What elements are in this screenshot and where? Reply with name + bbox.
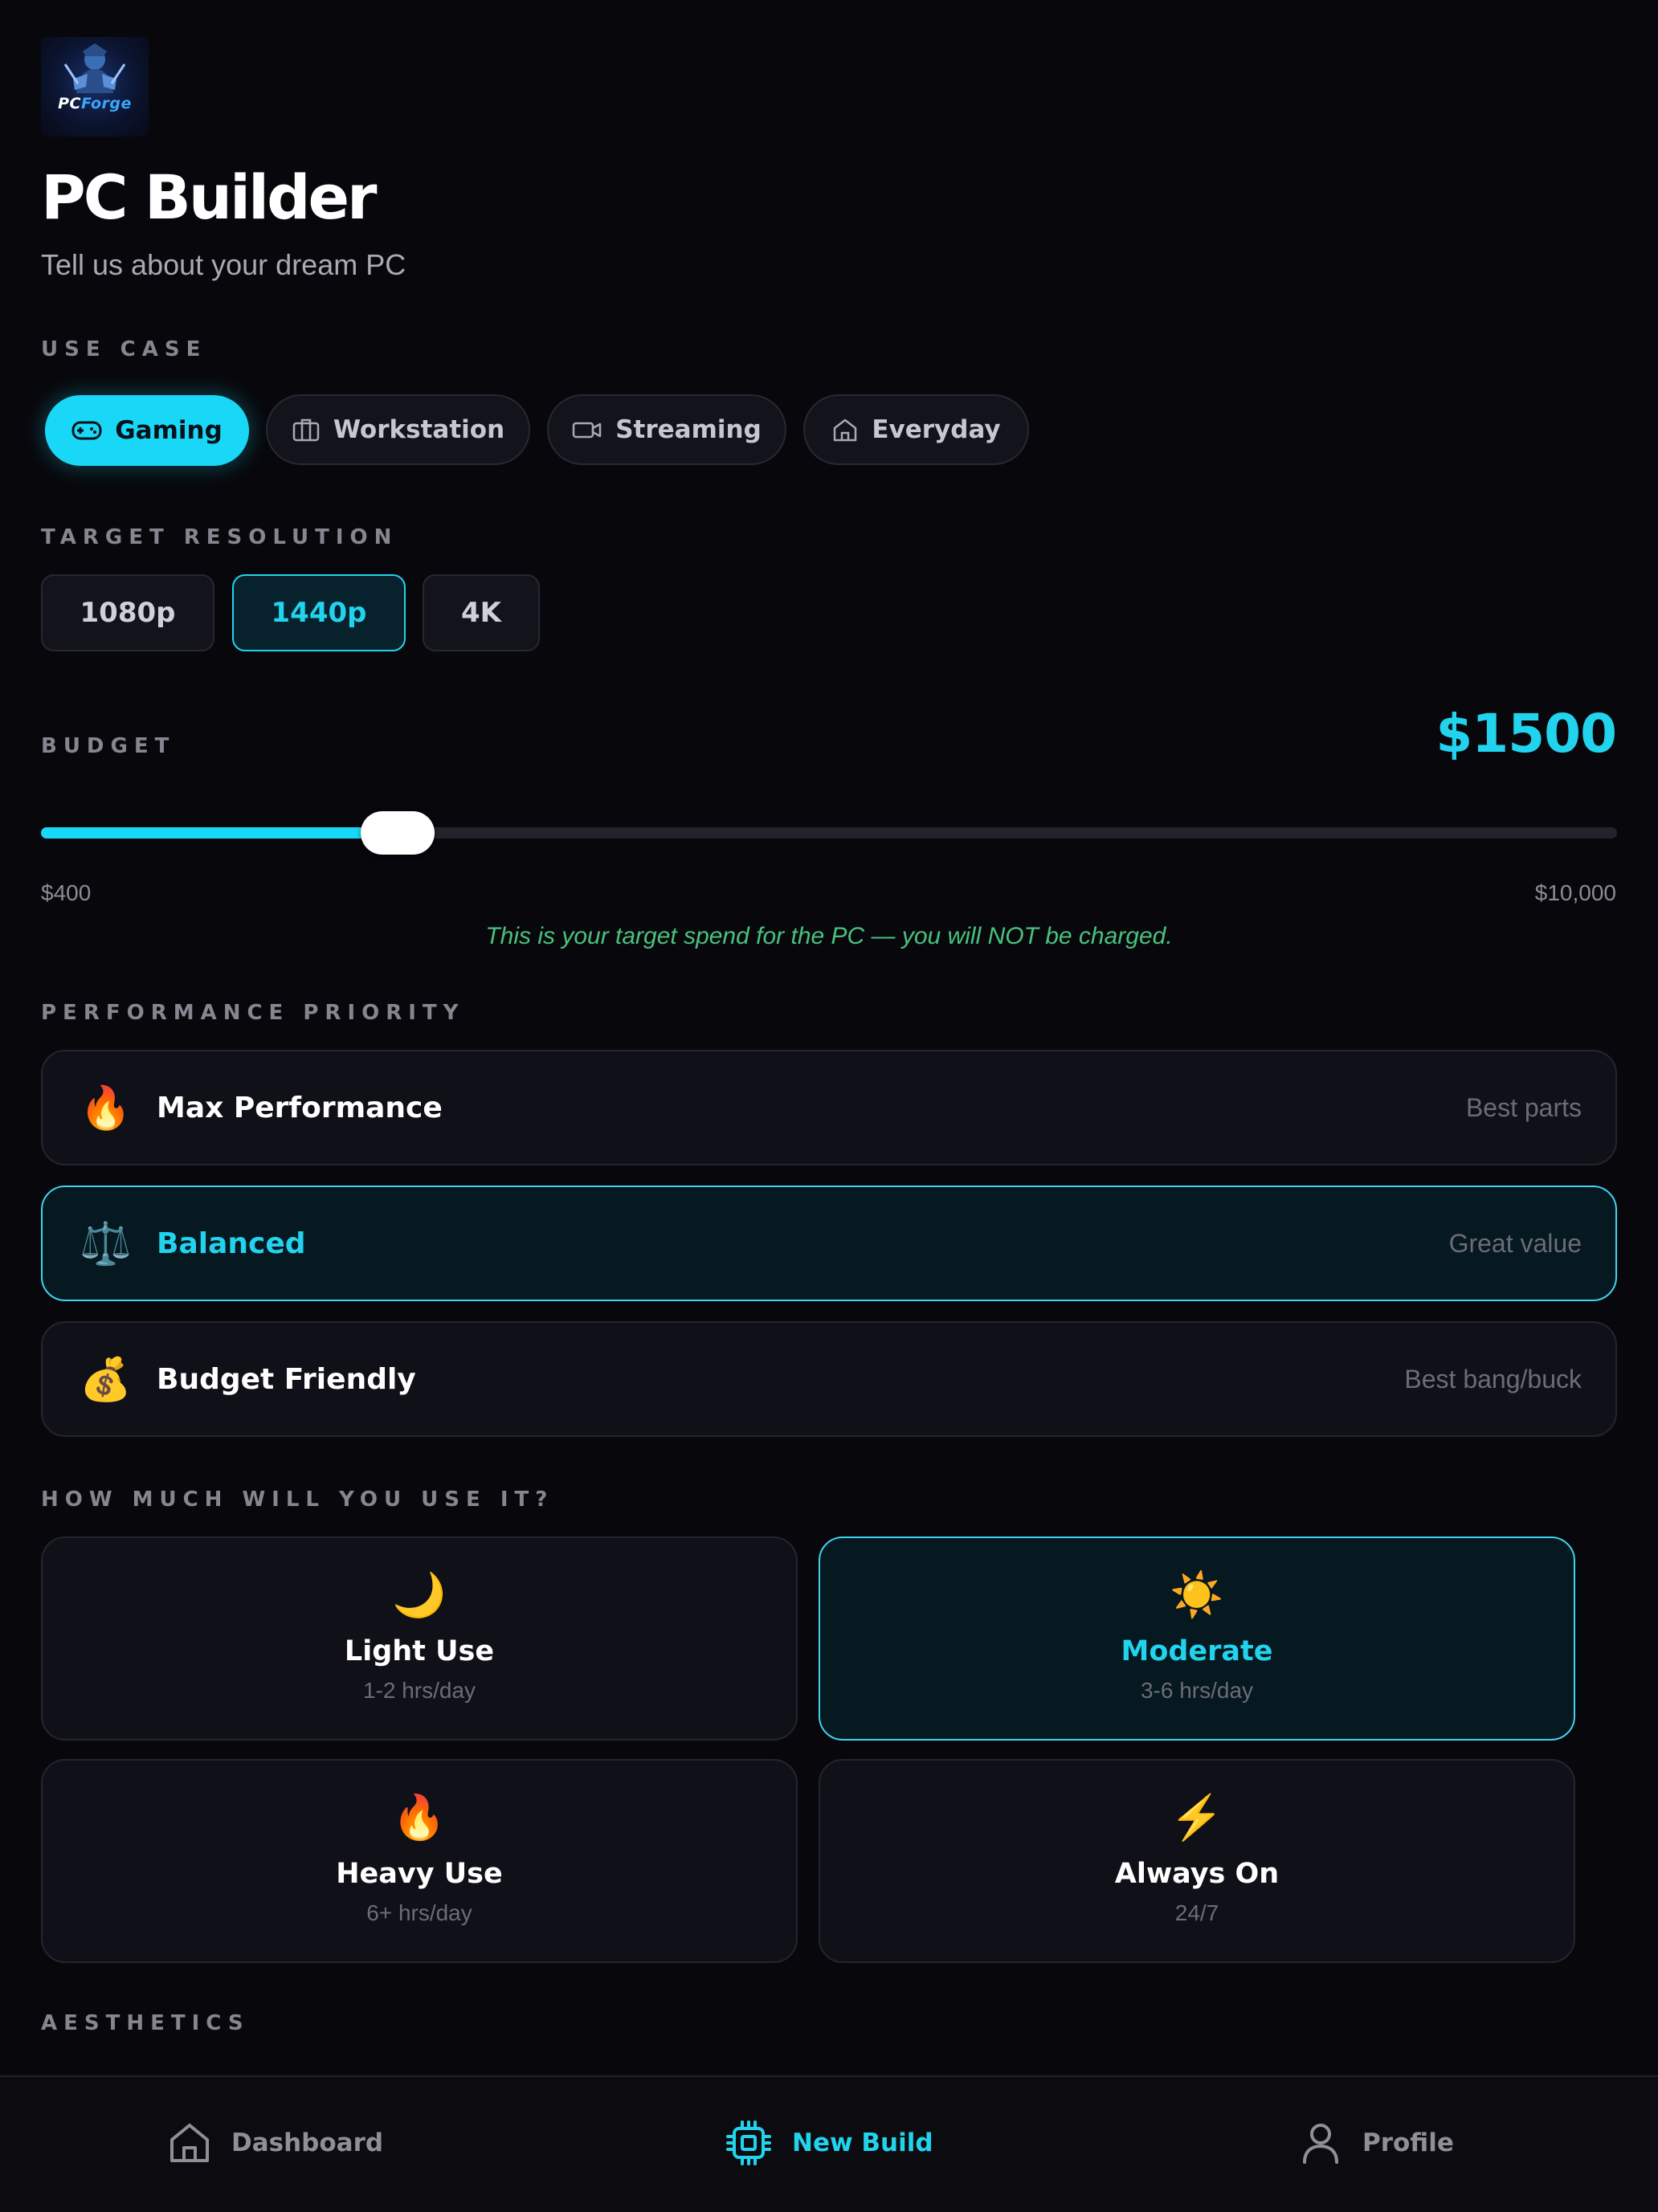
nav-new-build-label: New Build <box>792 2128 933 2157</box>
nav-dashboard-label: Dashboard <box>231 2128 384 2157</box>
performance-budget-card[interactable]: 💰 Budget Friendly Best bang/buck <box>41 1321 1617 1437</box>
usage-option-title: Heavy Use <box>336 1858 503 1890</box>
user-icon <box>1303 2124 1338 2164</box>
logo-wordmark: PCForge <box>58 95 132 112</box>
cpu-chip-icon <box>726 2120 771 2165</box>
performance-label: PERFORMANCE PRIORITY <box>41 1001 465 1025</box>
resolution-label: TARGET RESOLUTION <box>41 525 398 549</box>
usage-always-on-card[interactable]: ⚡ Always On 24/7 <box>819 1759 1575 1963</box>
warrior-logo-art <box>63 43 126 93</box>
page-subtitle: Tell us about your dream PC <box>41 248 406 281</box>
moon-icon: 🌙 <box>392 1571 447 1619</box>
usage-option-title: Moderate <box>1121 1635 1273 1667</box>
budget-min-label: $400 <box>41 880 92 905</box>
bottom-navigation: Dashboard New Build Profile <box>0 2075 1658 2212</box>
performance-option-title: Max Performance <box>157 1091 443 1124</box>
aesthetics-label: AESTHETICS <box>41 2011 250 2035</box>
resolution-4k-button[interactable]: 4K <box>423 574 540 651</box>
use-case-everyday-label: Everyday <box>872 415 1001 444</box>
usage-option-subtitle: 6+ hrs/day <box>366 1900 472 1925</box>
usage-light-card[interactable]: 🌙 Light Use 1-2 hrs/day <box>41 1537 798 1741</box>
performance-option-subtitle: Great value <box>1448 1228 1582 1258</box>
nav-new-build[interactable]: New Build <box>725 2077 933 2209</box>
use-case-workstation-label: Workstation <box>333 415 505 444</box>
use-case-gaming-label: Gaming <box>115 416 223 445</box>
use-case-streaming-button[interactable]: Streaming <box>547 394 786 465</box>
performance-balanced-card[interactable]: ⚖️ Balanced Great value <box>41 1186 1617 1301</box>
usage-option-subtitle: 3-6 hrs/day <box>1140 1678 1254 1703</box>
budget-max-label: $10,000 <box>1534 880 1616 905</box>
nav-dashboard[interactable]: Dashboard <box>167 2077 383 2209</box>
use-case-gaming-button[interactable]: Gaming <box>45 395 249 466</box>
usage-label: HOW MUCH WILL YOU USE IT? <box>41 1488 554 1512</box>
use-case-workstation-button[interactable]: Workstation <box>266 394 530 465</box>
performance-option-title: Budget Friendly <box>157 1362 416 1396</box>
home-icon <box>834 418 857 442</box>
lightning-icon: ⚡ <box>1170 1794 1224 1842</box>
fire-icon: 🔥 <box>392 1794 447 1842</box>
video-camera-icon <box>572 422 602 439</box>
app-logo: PCForge <box>41 37 149 137</box>
gamepad-icon <box>71 421 102 440</box>
budget-slider-thumb[interactable] <box>360 811 435 855</box>
fire-icon: 🔥 <box>80 1084 132 1132</box>
performance-option-title: Balanced <box>157 1226 306 1260</box>
usage-option-subtitle: 24/7 <box>1174 1900 1219 1925</box>
usage-option-title: Always On <box>1114 1858 1280 1890</box>
budget-note: This is your target spend for the PC — y… <box>485 923 1173 949</box>
usage-heavy-card[interactable]: 🔥 Heavy Use 6+ hrs/day <box>41 1759 798 1963</box>
resolution-1440p-button[interactable]: 1440p <box>232 574 406 651</box>
page-title: PC Builder <box>41 161 377 233</box>
budget-label: BUDGET <box>41 734 176 758</box>
usage-moderate-card[interactable]: ☀️ Moderate 3-6 hrs/day <box>819 1537 1575 1741</box>
scales-icon: ⚖️ <box>80 1220 132 1267</box>
performance-option-subtitle: Best parts <box>1465 1092 1582 1122</box>
briefcase-icon <box>292 418 320 442</box>
use-case-everyday-button[interactable]: Everyday <box>803 394 1029 465</box>
performance-max-card[interactable]: 🔥 Max Performance Best parts <box>41 1050 1617 1165</box>
nav-profile[interactable]: Profile <box>1298 2077 1454 2209</box>
use-case-label: USE CASE <box>41 337 207 361</box>
usage-option-subtitle: 1-2 hrs/day <box>362 1678 476 1703</box>
budget-slider-fill <box>41 827 398 839</box>
home-icon <box>170 2124 209 2162</box>
resolution-1080p-button[interactable]: 1080p <box>41 574 214 651</box>
use-case-streaming-label: Streaming <box>615 415 762 444</box>
money-bag-icon: 💰 <box>80 1356 132 1403</box>
performance-option-subtitle: Best bang/buck <box>1404 1364 1582 1394</box>
budget-value: $1500 <box>1435 703 1617 765</box>
nav-profile-label: Profile <box>1362 2128 1454 2157</box>
sun-icon: ☀️ <box>1170 1571 1224 1619</box>
usage-option-title: Light Use <box>344 1635 495 1667</box>
